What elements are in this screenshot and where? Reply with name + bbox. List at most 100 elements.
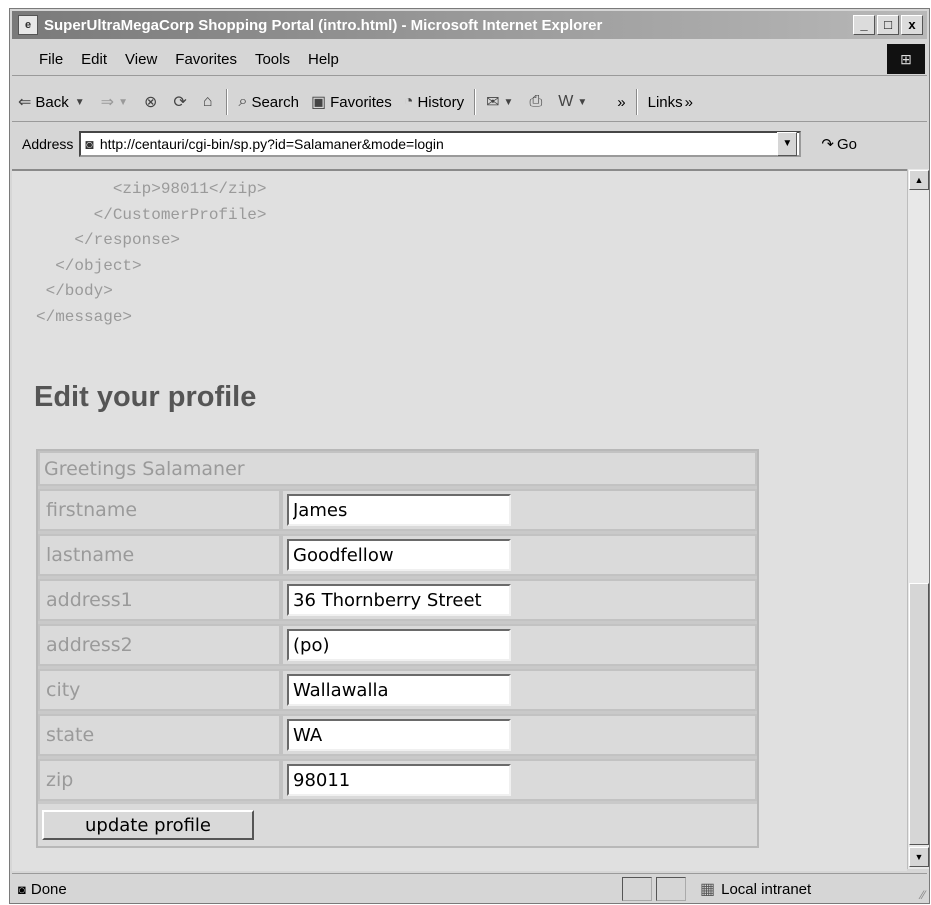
toolbar-chevron[interactable]: »	[611, 94, 631, 111]
back-button[interactable]: ⇐ Back ▼	[12, 92, 95, 112]
status-text: Done	[30, 880, 67, 898]
field-label: city	[38, 669, 281, 711]
greeting-text: Greetings Salamaner	[38, 451, 757, 486]
forward-button[interactable]: ⇒ ▼	[95, 92, 138, 112]
go-button[interactable]: ↷ Go	[821, 135, 857, 154]
browser-window: e SuperUltraMegaCorp Shopping Portal (in…	[9, 8, 930, 904]
field-label: zip	[38, 759, 281, 801]
menu-edit[interactable]: Edit	[72, 51, 116, 68]
scroll-down-arrow-icon[interactable]: ▼	[909, 847, 929, 867]
xml-line: </body>	[36, 282, 113, 301]
ie-app-icon[interactable]: e	[18, 15, 38, 35]
history-button[interactable]: ◔ History	[398, 93, 470, 111]
greeting-row: Greetings Salamaner	[38, 451, 757, 489]
form-row-city: city	[38, 669, 757, 714]
refresh-icon: ⟳	[173, 94, 187, 111]
edit-dropdown-icon[interactable]: ▼	[577, 97, 587, 108]
back-label: Back	[35, 93, 69, 111]
search-button[interactable]: ⌕ Search	[232, 93, 305, 111]
vertical-scrollbar[interactable]: ▲ ▼	[907, 169, 929, 869]
menu-bar: File Edit View Favorites Tools Help ⊞	[12, 43, 927, 76]
print-icon: ⎙	[529, 93, 543, 110]
status-bar: ◙ Done ▦ Local intranet ⁄⁄	[12, 873, 927, 904]
state-input[interactable]	[287, 719, 511, 751]
menu-favorites[interactable]: Favorites	[166, 51, 246, 68]
refresh-button[interactable]: ⟳	[167, 92, 196, 112]
page-done-icon: ◙	[18, 881, 26, 897]
field-label: address2	[38, 624, 281, 666]
forward-arrow-icon: ⇒	[100, 94, 115, 111]
toolbar-separator	[226, 89, 229, 115]
menu-tools[interactable]: Tools	[246, 51, 299, 68]
menu-file[interactable]: File	[30, 51, 72, 68]
zip-input[interactable]	[287, 764, 511, 796]
page-viewport: <zip>98011</zip> </CustomerProfile> </re…	[12, 169, 907, 871]
mail-button[interactable]: ✉ ▼	[480, 92, 523, 112]
intranet-zone-icon: ▦	[700, 881, 716, 898]
favorites-icon: ▣	[310, 94, 327, 111]
history-label: History	[417, 93, 465, 111]
toolbar-separator	[635, 89, 638, 115]
back-arrow-icon: ⇐	[18, 94, 32, 111]
update-profile-button[interactable]: update profile	[42, 810, 254, 840]
menu-help[interactable]: Help	[299, 51, 348, 68]
zone-label: Local intranet	[721, 880, 812, 898]
address-url[interactable]: http://centauri/cgi-bin/sp.py?id=Salaman…	[100, 136, 444, 152]
favorites-button[interactable]: ▣ Favorites	[305, 92, 398, 112]
form-row-address2: address2	[38, 624, 757, 669]
form-row-address1: address1	[38, 579, 757, 624]
print-button[interactable]: ⎙	[523, 93, 552, 111]
favorites-label: Favorites	[330, 93, 392, 111]
profile-form: Greetings Salamaner firstname lastname a…	[36, 449, 759, 848]
xml-line: </CustomerProfile>	[36, 205, 267, 224]
forward-dropdown-icon[interactable]: ▼	[118, 97, 128, 108]
menu-view[interactable]: View	[116, 51, 166, 68]
field-label: lastname	[38, 534, 281, 576]
resize-grip-icon[interactable]: ⁄⁄	[921, 888, 925, 902]
home-button[interactable]: ⌂	[197, 93, 223, 111]
page-icon: ◙	[85, 136, 94, 152]
address-field[interactable]: ◙ http://centauri/cgi-bin/sp.py?id=Salam…	[79, 131, 802, 157]
field-label: address1	[38, 579, 281, 621]
close-button[interactable]: x	[901, 15, 923, 35]
mail-icon: ✉	[486, 94, 500, 111]
windows-logo-icon: ⊞	[887, 44, 925, 74]
standard-toolbar: ⇐ Back ▼ ⇒ ▼ ⊗ ⟳ ⌂ ⌕ Search ▣ Favorites …	[12, 83, 927, 122]
stop-icon: ⊗	[143, 94, 158, 111]
address2-input[interactable]	[287, 629, 511, 661]
home-icon: ⌂	[202, 93, 213, 110]
scrollbar-thumb[interactable]	[909, 583, 929, 845]
mail-dropdown-icon[interactable]: ▼	[504, 97, 514, 108]
xml-line: </object>	[36, 256, 142, 275]
submit-row: update profile	[38, 804, 757, 846]
minimize-button[interactable]: _	[853, 15, 875, 35]
back-dropdown-icon[interactable]: ▼	[75, 97, 85, 108]
firstname-input[interactable]	[287, 494, 511, 526]
toolbar-separator	[474, 89, 477, 115]
xml-line: <zip>98011</zip>	[36, 180, 267, 198]
status-pane	[622, 877, 652, 901]
address1-input[interactable]	[287, 584, 511, 616]
window-title: SuperUltraMegaCorp Shopping Portal (intr…	[44, 16, 603, 34]
word-edit-icon: W	[558, 93, 574, 110]
maximize-button[interactable]: □	[877, 15, 899, 35]
scroll-up-arrow-icon[interactable]: ▲	[909, 170, 929, 190]
security-zone: ▦ Local intranet	[700, 879, 811, 899]
city-input[interactable]	[287, 674, 511, 706]
xml-line: </message>	[36, 307, 133, 326]
page-title: Edit your profile	[34, 381, 257, 413]
address-dropdown-button[interactable]: ▼	[777, 132, 798, 156]
form-row-state: state	[38, 714, 757, 759]
go-label: Go	[836, 135, 857, 153]
status-done: ◙ Done	[12, 881, 618, 898]
edit-button[interactable]: W ▼	[552, 93, 597, 111]
stop-button[interactable]: ⊗	[138, 92, 167, 112]
search-label: Search	[251, 93, 299, 111]
address-label: Address	[22, 136, 74, 152]
title-bar[interactable]: e SuperUltraMegaCorp Shopping Portal (in…	[12, 11, 927, 39]
address-bar: Address ◙ http://centauri/cgi-bin/sp.py?…	[12, 127, 927, 161]
lastname-input[interactable]	[287, 539, 511, 571]
go-arrow-icon: ↷	[821, 136, 834, 153]
search-icon: ⌕	[238, 93, 248, 110]
links-button[interactable]: Links »	[642, 94, 699, 111]
